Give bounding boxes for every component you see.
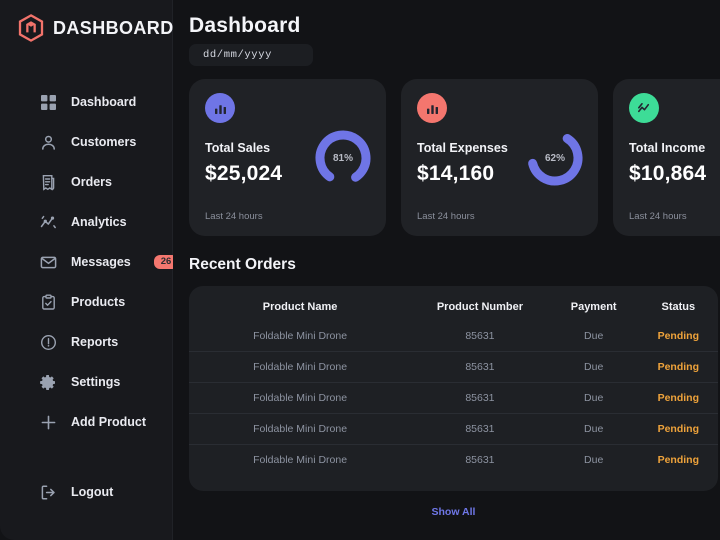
status-badge: Pending	[657, 454, 700, 466]
recent-orders-table-card: Product Name Product Number Payment Stat…	[189, 286, 718, 491]
main-content: Dashboard dd/mm/yyyy Total Sales $25,024…	[173, 0, 720, 540]
card-value: $10,864	[629, 162, 707, 185]
sidebar-item-label: Settings	[71, 375, 121, 389]
grid-icon	[40, 94, 57, 111]
sidebar-item-products[interactable]: Products	[0, 282, 172, 322]
status-badge: Pending	[638, 382, 718, 414]
cell-payment: Due	[548, 321, 639, 352]
sidebar-item-label: Logout	[71, 485, 114, 499]
cell-product-name: Foldable Mini Drone	[189, 413, 412, 445]
line-chart-icon	[637, 101, 652, 116]
stat-card-total-income[interactable]: Total Income $10,864 Last 24 hours	[613, 79, 720, 236]
sidebar-item-label: Add Product	[71, 415, 146, 429]
sidebar: DASHBOARD Dashboard Customers Orders Ana…	[0, 0, 179, 540]
stat-card-total-expenses[interactable]: Total Expenses $14,160 Last 24 hours 62%	[401, 79, 598, 236]
card-icon-badge	[417, 93, 447, 123]
card-subtitle: Last 24 hours	[205, 211, 263, 222]
sidebar-item-label: Dashboard	[71, 95, 137, 109]
cell-payment: Due	[548, 351, 639, 383]
sidebar-item-label: Analytics	[71, 215, 127, 229]
column-header-product-number: Product Number	[436, 301, 524, 313]
date-input-placeholder: dd/mm/yyyy	[203, 49, 273, 61]
card-subtitle: Last 24 hours	[417, 211, 475, 222]
show-all-wrapper: Show All	[189, 502, 718, 520]
gear-icon	[40, 374, 57, 391]
cell-payment: Due	[548, 382, 639, 414]
table-row[interactable]: Foldable Mini Drone 85631 Due Pending	[189, 321, 718, 352]
cell-payment: Due	[584, 454, 604, 466]
plus-icon	[40, 414, 57, 431]
status-badge: Pending	[638, 351, 718, 383]
brand: DASHBOARD	[0, 0, 174, 42]
cell-product-number: 85631	[411, 351, 549, 383]
card-icon-badge	[629, 93, 659, 123]
date-input[interactable]: dd/mm/yyyy	[189, 44, 313, 66]
table-body: Foldable Mini Drone 85631 Due Pending Fo…	[189, 321, 718, 475]
sidebar-item-label: Messages	[71, 255, 131, 269]
sidebar-item-label: Products	[71, 295, 126, 309]
sidebar-item-customers[interactable]: Customers	[0, 122, 172, 162]
sidebar-item-orders[interactable]: Orders	[0, 162, 172, 202]
cell-product-name: Foldable Mini Drone	[189, 321, 412, 352]
page-title: Dashboard	[189, 14, 301, 37]
sidebar-item-label: Reports	[71, 335, 119, 349]
bar-chart-icon	[213, 101, 228, 116]
column-header-product-name: Product Name	[262, 301, 338, 313]
bar-chart-icon	[425, 101, 440, 116]
cell-product-number: 85631	[465, 454, 495, 466]
donut-percent-label: 81%	[332, 152, 353, 164]
user-icon	[40, 134, 57, 151]
cell-product-name: Foldable Mini Drone	[253, 454, 348, 466]
cell-payment: Due	[548, 413, 639, 445]
recent-orders-table: Product Name Product Number Payment Stat…	[189, 296, 718, 475]
column-header-status: Status	[661, 301, 696, 313]
stat-card-total-sales[interactable]: Total Sales $25,024 Last 24 hours 81%	[189, 79, 386, 236]
sidebar-item-analytics[interactable]: Analytics	[0, 202, 172, 242]
receipt-icon	[40, 174, 57, 191]
table-row[interactable]: Foldable Mini Drone 85631 Due Pending	[189, 445, 718, 476]
progress-donut: 81%	[312, 127, 374, 189]
cell-product-number: 85631	[411, 321, 549, 352]
table-row[interactable]: Foldable Mini Drone 85631 Due Pending	[189, 351, 718, 383]
clipboard-check-icon	[40, 294, 57, 311]
cell-product-name: Foldable Mini Drone	[189, 382, 412, 414]
progress-donut: 62%	[524, 127, 586, 189]
sidebar-item-dashboard[interactable]: Dashboard	[0, 82, 172, 122]
table-row[interactable]: Foldable Mini Drone 85631 Due Pending	[189, 413, 718, 445]
status-badge: Pending	[638, 321, 718, 352]
logout-icon	[40, 484, 57, 501]
sidebar-item-logout[interactable]: Logout	[0, 472, 172, 512]
magento-hexagon-logo-icon	[18, 14, 44, 42]
sidebar-item-messages[interactable]: Messages 26	[0, 242, 179, 282]
show-all-link[interactable]: Show All	[432, 506, 476, 518]
column-header-payment: Payment	[570, 301, 617, 313]
card-icon-badge	[205, 93, 235, 123]
cell-product-name: Foldable Mini Drone	[189, 351, 412, 383]
sidebar-logout-wrapper: Logout	[0, 472, 172, 512]
status-badge: Pending	[638, 413, 718, 445]
donut-percent-label: 62%	[544, 152, 565, 164]
sidebar-item-label: Orders	[71, 175, 112, 189]
line-chart-icon	[40, 214, 57, 231]
sidebar-item-add-product[interactable]: Add Product	[0, 402, 172, 442]
stat-cards: Total Sales $25,024 Last 24 hours 81% To…	[189, 79, 720, 236]
card-title: Total Income	[629, 141, 706, 155]
table-header-row: Product Name Product Number Payment Stat…	[189, 296, 718, 321]
sidebar-nav: Dashboard Customers Orders Analytics Mes…	[0, 82, 179, 442]
cell-product-number: 85631	[411, 382, 549, 414]
sidebar-item-label: Customers	[71, 135, 137, 149]
cell-product-number: 85631	[411, 413, 549, 445]
brand-title: DASHBOARD	[53, 17, 174, 38]
sidebar-item-settings[interactable]: Settings	[0, 362, 172, 402]
table-row[interactable]: Foldable Mini Drone 85631 Due Pending	[189, 382, 718, 414]
dashboard-app: DASHBOARD Dashboard Customers Orders Ana…	[0, 0, 720, 540]
alert-circle-icon	[40, 334, 57, 351]
card-subtitle: Last 24 hours	[629, 211, 687, 222]
section-title-recent-orders: Recent Orders	[189, 256, 296, 273]
envelope-icon	[40, 254, 57, 271]
sidebar-item-reports[interactable]: Reports	[0, 322, 172, 362]
